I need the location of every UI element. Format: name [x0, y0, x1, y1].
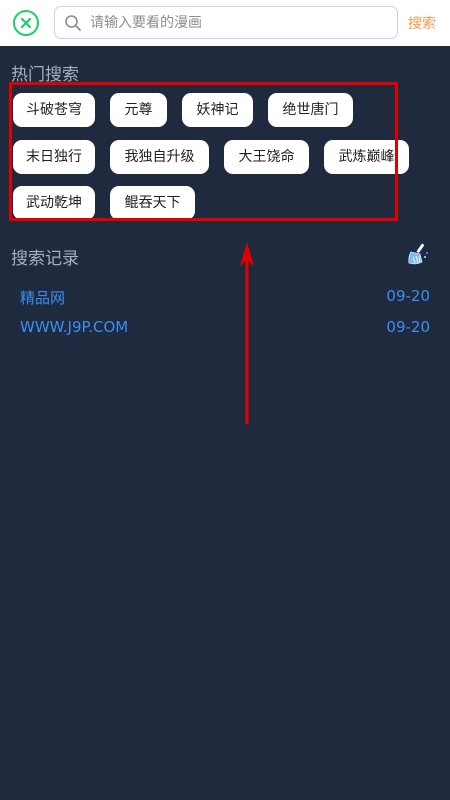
annotation-arrow-icon — [240, 242, 254, 424]
search-history-title: 搜索记录 — [11, 249, 79, 269]
top-bar: 搜索 — [0, 0, 450, 46]
search-button[interactable]: 搜索 — [408, 13, 436, 33]
history-date: 09-20 — [386, 318, 430, 336]
history-term: WWW.J9P.COM — [20, 318, 129, 336]
search-icon — [65, 15, 81, 31]
history-term: 精品网 — [20, 289, 66, 307]
search-input[interactable] — [90, 11, 390, 35]
close-icon[interactable] — [13, 10, 39, 36]
history-item[interactable]: WWW.J9P.COM 09-20 — [0, 316, 450, 342]
broom-icon[interactable] — [404, 242, 430, 266]
annotation-highlight-box — [9, 82, 398, 221]
history-item[interactable]: 精品网 09-20 — [0, 285, 450, 311]
search-box — [54, 6, 398, 39]
history-date: 09-20 — [386, 287, 430, 305]
